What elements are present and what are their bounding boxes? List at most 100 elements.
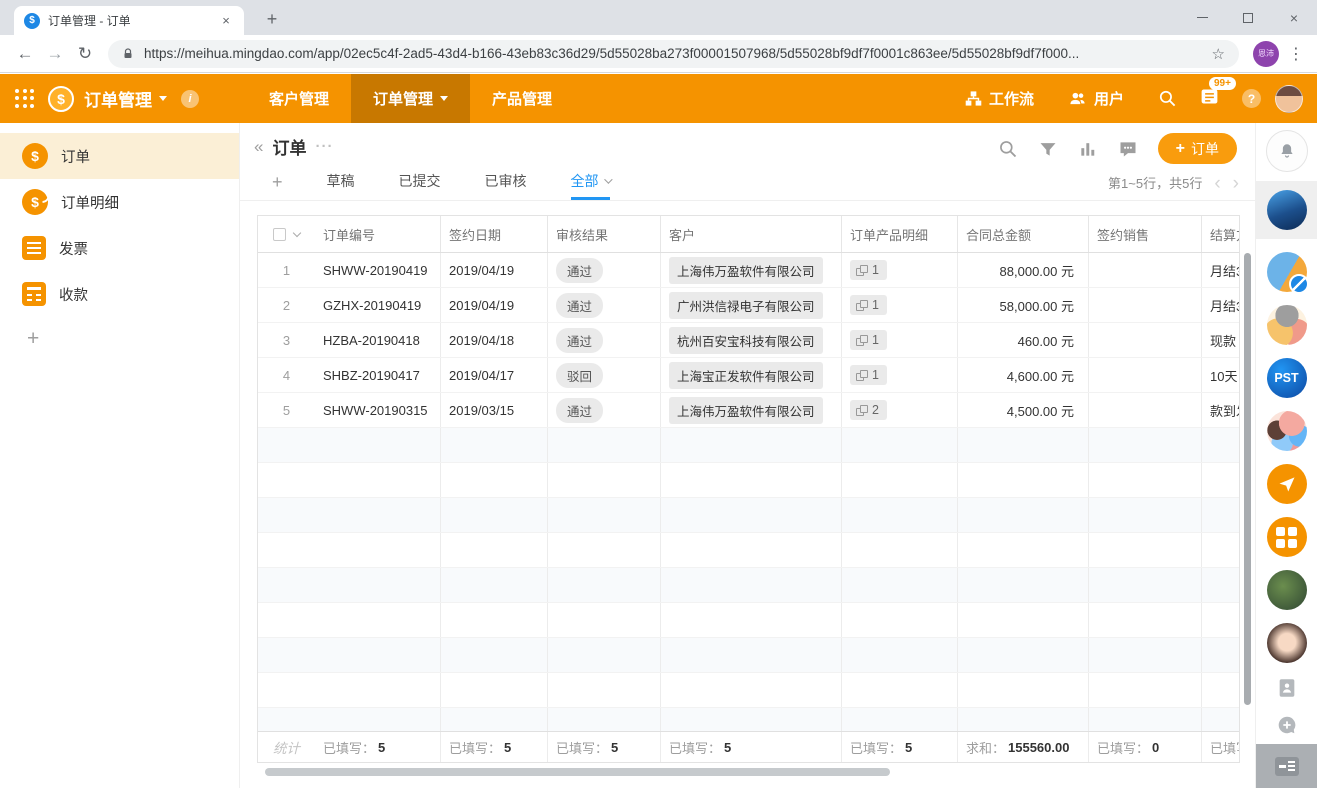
forward-button[interactable]: →: [40, 39, 70, 69]
sidebar-item-payments[interactable]: 收款: [0, 271, 239, 317]
browser-tab[interactable]: $ 订单管理 - 订单 ×: [14, 6, 244, 35]
status-badge: 通过: [556, 258, 603, 283]
lock-icon: [122, 47, 134, 61]
column-header[interactable]: 合同总金额: [958, 216, 1089, 252]
detail-count-tag[interactable]: 2: [850, 400, 887, 420]
window-maximize-button[interactable]: [1225, 0, 1271, 35]
tab-close-icon[interactable]: ×: [218, 13, 234, 28]
paper-plane-icon: [1277, 474, 1297, 494]
notifications-button[interactable]: [1266, 130, 1308, 172]
customer-tag[interactable]: 杭州百安宝科技有限公司: [669, 327, 823, 354]
users-button[interactable]: 用户: [1068, 88, 1124, 109]
more-options-icon[interactable]: ···: [315, 138, 333, 155]
select-all-checkbox[interactable]: [273, 228, 286, 241]
chat-avatar[interactable]: [1267, 623, 1307, 663]
customer-tag[interactable]: 广州洪信禄电子有限公司: [669, 292, 823, 319]
new-chat-button[interactable]: [1275, 713, 1299, 737]
chat-item-selected[interactable]: [1256, 181, 1317, 239]
detail-count-tag[interactable]: 1: [850, 330, 887, 350]
search-icon[interactable]: [998, 139, 1018, 159]
bookmark-star-icon[interactable]: ☆: [1212, 45, 1225, 63]
send-button[interactable]: [1267, 464, 1307, 504]
new-tab-button[interactable]: +: [258, 5, 286, 33]
nav-item-orders[interactable]: 订单管理: [351, 74, 470, 123]
app-title[interactable]: 订单管理: [84, 86, 152, 111]
next-page-icon[interactable]: ›: [1233, 167, 1239, 200]
prev-page-icon[interactable]: ‹: [1214, 167, 1220, 200]
filter-icon[interactable]: [1038, 139, 1058, 159]
table-row[interactable]: 4 SHBZ-20190417 2019/04/17 驳回 上海宝正发软件有限公…: [258, 358, 1239, 393]
new-order-button[interactable]: + 订单: [1158, 133, 1237, 164]
table-row[interactable]: 3 HZBA-20190418 2019/04/18 通过 杭州百安宝科技有限公…: [258, 323, 1239, 358]
window-close-button[interactable]: ×: [1271, 0, 1317, 35]
reload-button[interactable]: ↻: [70, 39, 100, 69]
chart-icon[interactable]: [1078, 139, 1098, 159]
chat-avatar: [1267, 190, 1307, 230]
order-no-cell: SHBZ-20190417: [315, 358, 441, 392]
table-row[interactable]: 5 SHWW-20190315 2019/03/15 通过 上海伟万盈软件有限公…: [258, 393, 1239, 428]
back-button[interactable]: ←: [10, 39, 40, 69]
customer-tag[interactable]: 上海伟万盈软件有限公司: [669, 397, 823, 424]
column-header[interactable]: 签约日期: [441, 216, 548, 252]
sales-cell: [1089, 323, 1202, 357]
app-title-caret-icon[interactable]: [159, 96, 167, 101]
customer-tag[interactable]: 上海宝正发软件有限公司: [669, 362, 823, 389]
table-row[interactable]: 1 SHWW-20190419 2019/04/19 通过 上海伟万盈软件有限公…: [258, 253, 1239, 288]
workflow-button[interactable]: 工作流: [965, 88, 1034, 109]
detail-count-tag[interactable]: 1: [850, 365, 887, 385]
user-avatar[interactable]: [1275, 85, 1303, 113]
vertical-scrollbar[interactable]: [1244, 253, 1251, 705]
column-header[interactable]: 签约销售: [1089, 216, 1202, 252]
apps-button[interactable]: [1267, 517, 1307, 557]
browser-menu-icon[interactable]: ⋮: [1285, 44, 1307, 64]
column-header[interactable]: 审核结果: [548, 216, 661, 252]
global-search-icon[interactable]: [1158, 89, 1177, 108]
help-icon[interactable]: ?: [1242, 89, 1261, 108]
nav-item-customers[interactable]: 客户管理: [247, 74, 351, 123]
table-row[interactable]: 2 GZHX-20190419 2019/04/19 通过 广州洪信禄电子有限公…: [258, 288, 1239, 323]
settlement-cell: 款到发: [1202, 393, 1239, 427]
stat-cell: 已填写：5: [661, 732, 842, 762]
tab-favicon-icon: $: [24, 13, 40, 29]
header-chevron-icon[interactable]: [293, 228, 301, 236]
column-header[interactable]: 结算方式: [1202, 216, 1239, 252]
sidebar-item-orders[interactable]: $ 订单: [0, 133, 239, 179]
column-header[interactable]: 订单编号: [315, 216, 441, 252]
collapse-sidebar-icon[interactable]: «: [254, 137, 263, 157]
browser-profile-avatar[interactable]: 恩沛: [1253, 41, 1279, 67]
tab-all[interactable]: 全部: [571, 165, 610, 200]
detail-count-tag[interactable]: 1: [850, 260, 887, 280]
table-stats-row: 统计 已填写：5 已填写：5 已填写：5 已填写：5 已填写：5 求和：1555…: [258, 731, 1239, 762]
horizontal-scrollbar[interactable]: [265, 768, 890, 776]
column-header[interactable]: 订单产品明细: [842, 216, 958, 252]
detail-count-tag[interactable]: 1: [850, 295, 887, 315]
add-view-button[interactable]: +: [272, 167, 283, 200]
collapse-panel-button[interactable]: [1256, 744, 1317, 788]
apps-grid-icon[interactable]: [15, 89, 35, 109]
address-book-button[interactable]: [1275, 676, 1299, 700]
tab-draft[interactable]: 草稿: [327, 165, 355, 200]
nav-item-products[interactable]: 产品管理: [470, 74, 574, 123]
discussion-icon[interactable]: [1118, 139, 1138, 159]
chat-avatar[interactable]: [1267, 570, 1307, 610]
column-header[interactable]: 客户: [661, 216, 842, 252]
sales-cell: [1089, 393, 1202, 427]
group-chat-avatar[interactable]: [1267, 411, 1307, 451]
sidebar-item-order-details[interactable]: $ 订单明细: [0, 179, 239, 225]
date-cell: 2019/03/15: [441, 393, 548, 427]
tab-submitted[interactable]: 已提交: [399, 165, 441, 200]
add-worksheet-button[interactable]: +: [27, 327, 239, 351]
inbox-button[interactable]: 99+: [1199, 86, 1220, 112]
sidebar-item-invoices[interactable]: 发票: [0, 225, 239, 271]
app-info-icon[interactable]: i: [181, 90, 199, 108]
group-chat-avatar[interactable]: [1267, 305, 1307, 345]
chat-avatar[interactable]: [1267, 252, 1307, 292]
address-bar[interactable]: https://meihua.mingdao.com/app/02ec5c4f-…: [108, 40, 1239, 68]
customer-tag[interactable]: 上海伟万盈软件有限公司: [669, 257, 823, 284]
view-tabs: + 草稿 已提交 已审核 全部 第1~5行，共5行 ‹ ›: [240, 165, 1255, 201]
window-minimize-button[interactable]: [1179, 0, 1225, 35]
group-chat-avatar[interactable]: PST: [1267, 358, 1307, 398]
tab-reviewed[interactable]: 已审核: [485, 165, 527, 200]
order-no-cell: GZHX-20190419: [315, 288, 441, 322]
browser-tab-bar: $ 订单管理 - 订单 × + ×: [0, 0, 1317, 35]
